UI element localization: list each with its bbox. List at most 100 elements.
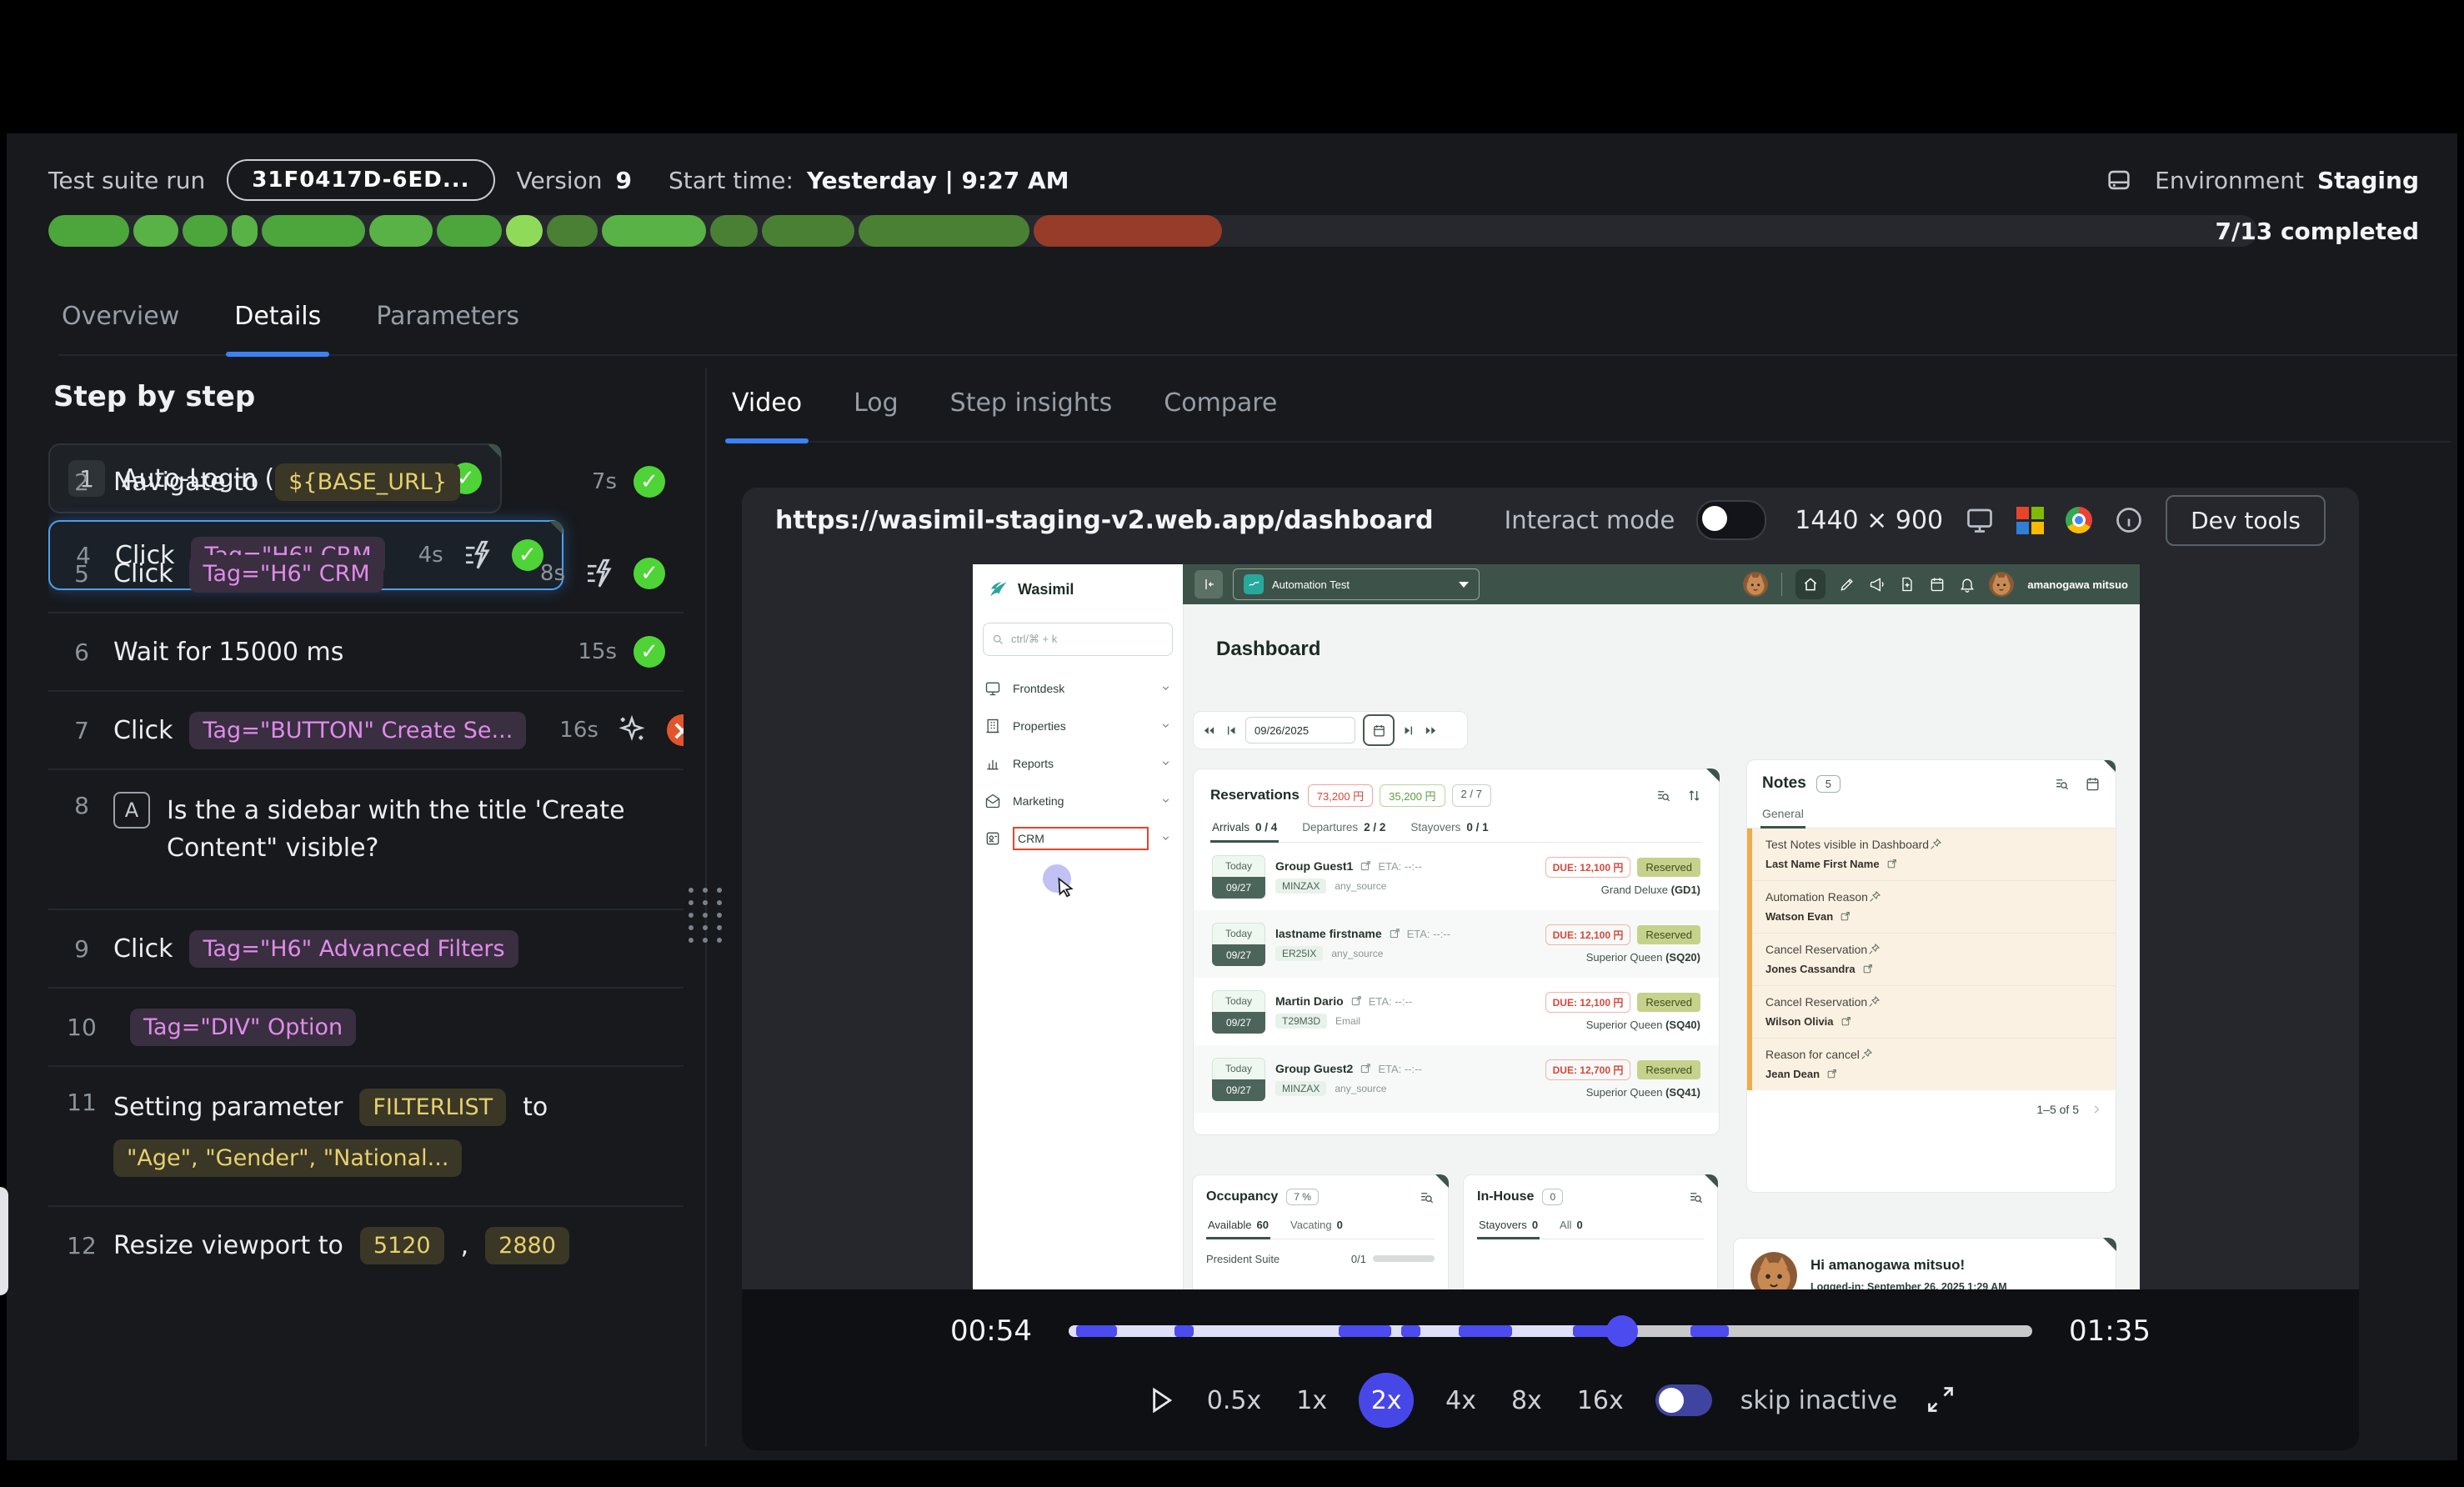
display-icon[interactable]: [1965, 505, 1995, 535]
run-header: Test suite run 31F0417D-6ED... Version 9…: [48, 155, 2419, 205]
dashboard-content: Dashboard 09/26/2025 Reservations: [1183, 604, 2140, 1289]
eta-label: ETA: --:--: [1407, 928, 1450, 940]
speed-8x[interactable]: 8x: [1508, 1383, 1545, 1419]
external-link-icon: [1886, 859, 1897, 869]
speed-4x[interactable]: 4x: [1442, 1383, 1480, 1419]
fullscreen-icon[interactable]: [1926, 1384, 1957, 1416]
speed-1x[interactable]: 1x: [1293, 1383, 1330, 1419]
video-frame-area[interactable]: Wasimil ctrl/⌘ + k FrontdeskPropertiesRe…: [742, 553, 2359, 1289]
progress-segment[interactable]: [262, 215, 365, 247]
panel-resize-handle[interactable]: [689, 888, 724, 943]
progress-segment[interactable]: [710, 215, 758, 247]
step-selector-pill: Tag="H6" Advanced Filters: [189, 930, 518, 968]
step-row-12[interactable]: 12 Resize viewport to 5120 , 2880: [48, 1205, 684, 1284]
sidebar-item-label: CRM: [1018, 832, 1044, 845]
external-link-icon: [1389, 928, 1400, 939]
speed-0.5x[interactable]: 0.5x: [1204, 1383, 1265, 1419]
room-name: Superior Queen: [1586, 1086, 1665, 1099]
run-progress-bar[interactable]: [48, 215, 2257, 247]
tab-log[interactable]: Log: [850, 380, 902, 441]
progress-segment[interactable]: [369, 215, 433, 247]
progress-segment[interactable]: [602, 215, 706, 247]
room-name: Superior Queen: [1586, 1019, 1665, 1031]
tab-compare[interactable]: Compare: [1160, 380, 1280, 441]
run-id-pill[interactable]: 31F0417D-6ED...: [227, 159, 494, 201]
tab-overview[interactable]: Overview: [58, 292, 183, 354]
room-code: (SQ20): [1665, 951, 1700, 964]
activity-segment: [1339, 1325, 1392, 1337]
reservations-tab-stayovers: Stayovers0 / 1: [1409, 821, 1490, 842]
step-row-7[interactable]: 7 Click Tag="BUTTON" Create Se... 16s ×: [48, 690, 684, 769]
environment-value: Staging: [2317, 167, 2419, 194]
external-link-icon: [1840, 1016, 1851, 1027]
monitor-icon: [984, 680, 1001, 697]
test-run-page: Test suite run 31F0417D-6ED... Version 9…: [7, 133, 2457, 1460]
date-badge: 09/27: [1212, 1012, 1265, 1034]
external-link-icon: [1826, 1069, 1837, 1079]
ai-sparkle-icon: [615, 713, 650, 748]
flash-healed-icon: [582, 556, 617, 591]
sort-icon: [1686, 788, 1702, 804]
sidebar-item-reports: Reports: [973, 744, 1183, 782]
progress-segment[interactable]: [762, 215, 854, 247]
step-status-pass-icon: ✓: [634, 466, 665, 498]
info-icon[interactable]: [2114, 505, 2144, 535]
note-title: Reason for cancel: [1765, 1048, 1860, 1061]
step-row-10[interactable]: 10 Tag="DIV" Option: [48, 987, 684, 1065]
version-value: 9: [615, 167, 631, 194]
run-header-title: Test suite run: [48, 167, 205, 194]
chevron-down-icon: [1160, 795, 1171, 806]
speed-2x[interactable]: 2x: [1359, 1373, 1414, 1428]
note-item: Cancel ReservationWilson Olivia: [1752, 985, 2116, 1038]
dashboard-sidebar: Wasimil ctrl/⌘ + k FrontdeskPropertiesRe…: [973, 564, 1184, 1289]
tab-step-insights[interactable]: Step insights: [947, 380, 1116, 441]
playhead[interactable]: [1606, 1315, 1638, 1347]
tab-parameters[interactable]: Parameters: [373, 292, 523, 354]
skip-inactive-toggle[interactable]: [1655, 1384, 1712, 1416]
play-button[interactable]: [1144, 1384, 1175, 1416]
left-scroll-indicator[interactable]: [0, 1187, 8, 1295]
tab-details[interactable]: Details: [231, 292, 324, 354]
interact-mode-toggle[interactable]: [1696, 500, 1766, 540]
progress-segment[interactable]: [506, 215, 543, 247]
progress-segment[interactable]: [859, 215, 1029, 247]
step-row-5[interactable]: 5 Click Tag="H6" CRM 8s ✓: [48, 535, 684, 612]
booking-source: Email: [1335, 1015, 1360, 1027]
reservations-tab-departures: Departures2 / 2: [1300, 821, 1387, 842]
video-scrubber[interactable]: [1069, 1325, 2032, 1337]
step-row-11[interactable]: 11 Setting parameter FILTERLIST to "Age"…: [48, 1065, 684, 1205]
room-label: Superior Queen (SQ20): [1586, 951, 1700, 964]
progress-segment[interactable]: [48, 215, 129, 247]
calendar-button: [1363, 714, 1395, 746]
step-value-pill: "Age", "Gender", "National...: [113, 1139, 462, 1177]
step-row-6[interactable]: 6 Wait for 15000 ms 15s ✓: [48, 612, 684, 690]
date-badge: 09/27: [1212, 1079, 1265, 1101]
environment-icon: [2105, 166, 2133, 194]
tab-label: Departures: [1302, 821, 1358, 834]
progress-segment[interactable]: [232, 215, 258, 247]
step-row-9[interactable]: 9 Click Tag="H6" Advanced Filters: [48, 909, 684, 987]
progress-segment[interactable]: [437, 215, 502, 247]
bird-logo-icon: [986, 578, 1009, 601]
booking-code: MINZAX: [1275, 879, 1326, 894]
tab-video[interactable]: Video: [729, 380, 805, 441]
detail-view-tabs: Video Log Step insights Compare: [729, 380, 2451, 443]
dev-tools-button[interactable]: Dev tools: [2166, 495, 2326, 546]
video-url[interactable]: https://wasimil-staging-v2.web.app/dashb…: [775, 506, 1434, 535]
tab-count: 0 / 1: [1466, 821, 1488, 834]
dashboard-topbar: Automation Test: [1183, 564, 2140, 604]
progress-segment[interactable]: [547, 215, 598, 247]
step-row-2[interactable]: 2 Navigate to ${BASE_URL} 7s ✓: [48, 443, 684, 520]
step-row-8[interactable]: 8 A Is the a sidebar with the title 'Cre…: [48, 769, 684, 909]
progress-segment[interactable]: [1034, 215, 1222, 247]
room-code: (SQ41): [1665, 1086, 1700, 1099]
step-duration: 15s: [578, 639, 617, 664]
progress-segment[interactable]: [133, 215, 178, 247]
speed-16x[interactable]: 16x: [1574, 1383, 1627, 1419]
step-label: Is the a sidebar with the title 'Create …: [167, 792, 634, 867]
room-code: (SQ40): [1665, 1019, 1700, 1031]
external-link-icon: [1360, 860, 1371, 872]
step-number: 12: [67, 1232, 97, 1259]
step-number: 6: [67, 638, 97, 666]
progress-segment[interactable]: [183, 215, 228, 247]
